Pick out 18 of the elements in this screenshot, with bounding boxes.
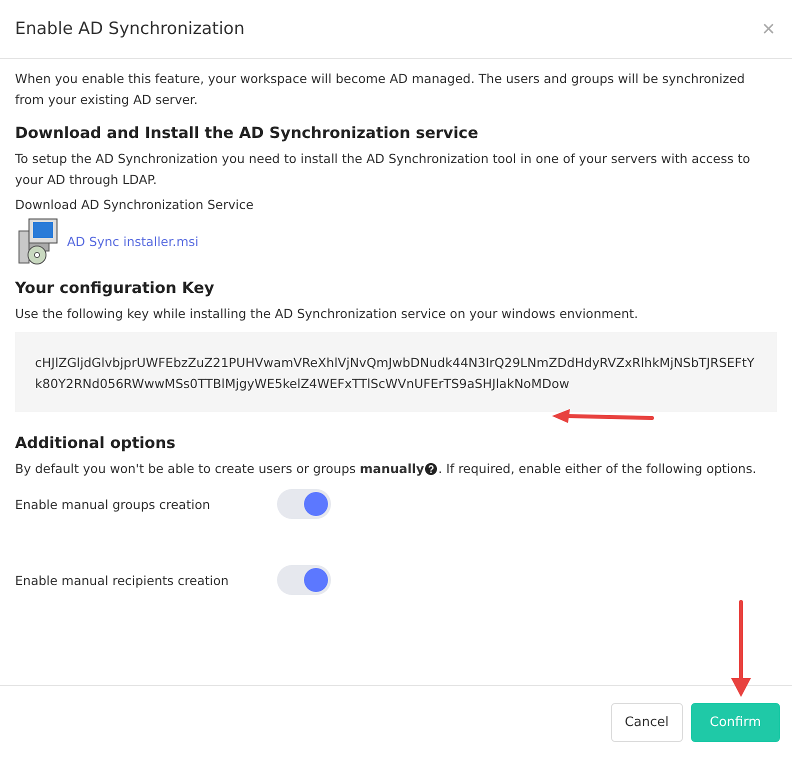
- close-button[interactable]: ×: [760, 18, 777, 40]
- dialog-title: Enable AD Synchronization: [15, 19, 245, 39]
- toggle-label: Enable manual recipients creation: [15, 572, 230, 588]
- section-heading: Additional options: [15, 434, 176, 452]
- intro-text: When you enable this feature, your workspace will become AD managed. The users and groups will be synchronized from your existing AD server.: [15, 70, 746, 109]
- section-heading: Download and Install the AD Synchronization service: [15, 124, 480, 142]
- cancel-button[interactable]: Cancel: [610, 703, 683, 742]
- download-label: Download AD Synchronization Service: [15, 196, 255, 214]
- description-text: Use the following key while installing the AD Synchronization service on your windows envionment.: [15, 305, 640, 323]
- options-description: By default you won't be able to create users or groups manually . If required, enable either of the following options.: [15, 460, 758, 478]
- toggle-label: Enable manual groups creation: [15, 496, 212, 512]
- help-icon[interactable]: [425, 463, 438, 475]
- configuration-key: cHJlZGljdGlvbjprUWFEbzZuZ21PUHVwamVReXhlVjNvQmJwbDNudk44N3IrQ29LNmZDdHdyRVZxRlhkMjNSbTJRSEFtYk80Y2RNd056RWwwMSs0TTBlMjgyWE5kelZ4WEFxTTlScWVnUFErTS9aSHJlakNoMDow: [15, 332, 777, 412]
- toggle-switch[interactable]: [277, 489, 331, 519]
- file-link[interactable]: AD Sync installer.msi: [67, 234, 198, 248]
- section-heading: Your configuration Key: [15, 279, 216, 297]
- toggle-switch[interactable]: [277, 565, 331, 595]
- description-text: To setup the AD Synchronization you need to install the AD Synchronization tool in one of your servers with access to your AD through LDAP.: [15, 150, 752, 189]
